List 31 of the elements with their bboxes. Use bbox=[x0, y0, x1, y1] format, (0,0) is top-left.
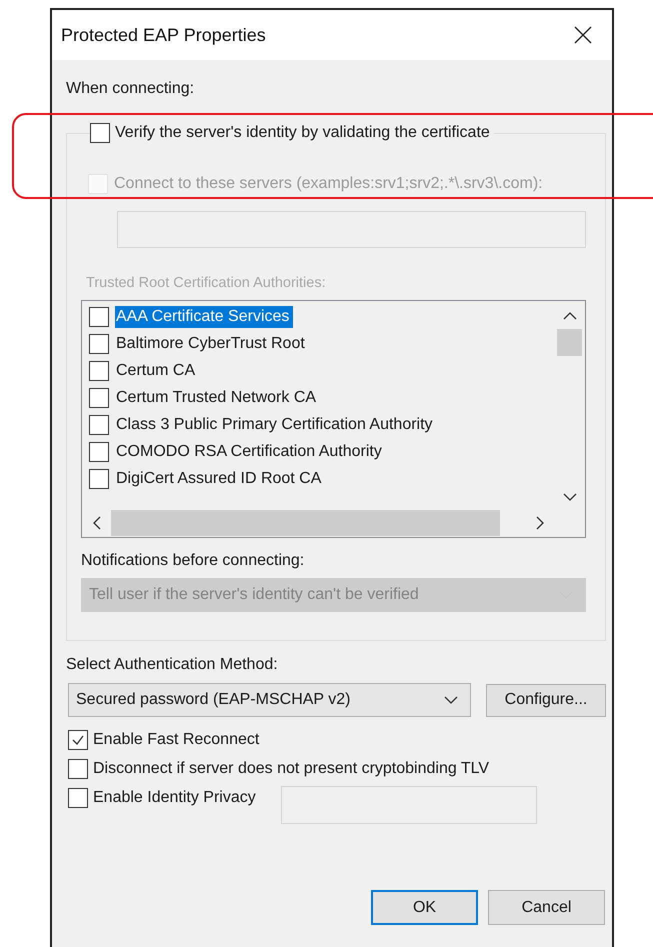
section-label: Select Authentication Method: bbox=[66, 655, 279, 675]
left-chevron-icon bbox=[92, 516, 102, 530]
certificate-item[interactable]: Baltimore CyberTrust Root bbox=[89, 330, 557, 357]
certificate-item[interactable]: Certum Trusted Network CA bbox=[89, 384, 557, 411]
verify-checkbox[interactable]: Verify the server's identity by validating the certificate bbox=[90, 123, 490, 143]
scrollbar-thumb[interactable] bbox=[557, 329, 582, 356]
identity-input-field[interactable] bbox=[280, 786, 537, 824]
option-checkbox[interactable]: Enable Identity Privacy bbox=[68, 788, 256, 808]
scrollbar-thumb[interactable] bbox=[111, 510, 500, 536]
certificate-item[interactable]: Class 3 Public Primary Certification Authority bbox=[89, 411, 557, 438]
trusted-root-label: Trusted Root Certification Authorities: bbox=[86, 274, 327, 293]
method-dropdown[interactable]: Secured password (EAP-MSCHAP v2) bbox=[68, 683, 471, 717]
option-checkbox[interactable]: Enable Fast Reconnect bbox=[68, 730, 606, 750]
servers-input-field[interactable] bbox=[117, 211, 586, 248]
section-label: When connecting: bbox=[66, 79, 196, 99]
configure-button[interactable]: Configure... bbox=[486, 684, 606, 716]
dialog-button[interactable]: OK bbox=[371, 890, 478, 925]
window-title: Protected EAP Properties bbox=[61, 24, 266, 46]
close-icon bbox=[574, 26, 592, 44]
chevron-down-icon bbox=[444, 696, 458, 704]
down-chevron-icon bbox=[562, 492, 576, 502]
right-chevron-icon bbox=[535, 516, 545, 530]
certificate-item[interactable]: AAA Certificate Services bbox=[89, 303, 557, 330]
checkmark-icon bbox=[71, 733, 85, 747]
up-chevron-icon bbox=[562, 311, 576, 321]
option-checkbox[interactable]: Disconnect if server does not present cryptobinding TLV bbox=[68, 759, 606, 779]
notifications-label: Notifications before connecting: bbox=[81, 551, 306, 571]
certificate-item[interactable]: COMODO RSA Certification Authority bbox=[89, 438, 557, 465]
dialog-button[interactable]: Cancel bbox=[488, 890, 605, 925]
certificate-item[interactable]: Certum CA bbox=[89, 357, 557, 384]
certificate-item[interactable]: DigiCert Assured ID Root CA bbox=[89, 465, 557, 492]
